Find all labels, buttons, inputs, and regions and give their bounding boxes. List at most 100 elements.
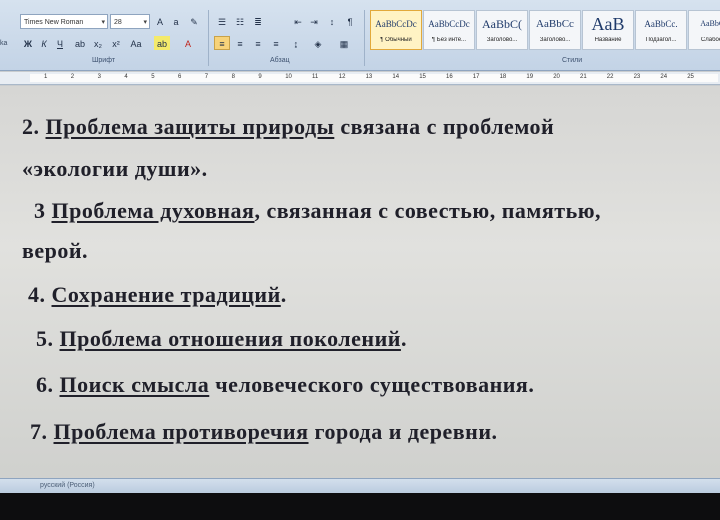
superscript-icon[interactable]: x² [108, 36, 124, 50]
line-text: 4. [28, 282, 52, 307]
ruler-tick: 21 [580, 74, 587, 80]
group-label-font: Шрифт [92, 57, 116, 64]
line-text: 3 [34, 198, 52, 223]
grow-font-icon[interactable]: A [152, 14, 168, 28]
ruler-tick: 20 [553, 74, 560, 80]
bold-button[interactable]: Ж [20, 36, 36, 50]
status-language[interactable]: русский (Россия) [40, 482, 95, 489]
clear-format-icon[interactable]: ✎ [186, 14, 202, 28]
underlined-phrase: Поиск смысла [59, 372, 210, 397]
style-tile[interactable]: AaBbCcDc ¶ Без инте... [423, 10, 475, 50]
line-text: связана с проблемой [334, 114, 555, 139]
change-case-icon[interactable]: Aa [128, 36, 144, 50]
highlight-icon[interactable]: ab [154, 36, 170, 50]
paragraph-line: 5. Проблема отношения поколений. [36, 326, 407, 352]
style-tile[interactable]: AaBbCc Заголово... [529, 10, 581, 50]
style-name: Заголово... [539, 37, 571, 43]
bullets-icon[interactable]: ☰ [214, 14, 230, 28]
ruler-tick: 11 [312, 74, 319, 80]
paragraph-line: 3 Проблема духовная, связанная с совесть… [34, 198, 601, 224]
underlined-phrase: Проблема защиты природы [45, 114, 335, 139]
align-left-button[interactable]: ≡ [214, 36, 230, 50]
ruler-tick: 10 [285, 74, 292, 80]
ruler-tick: 16 [446, 74, 453, 80]
font-size-select[interactable]: 28 ▾ [110, 14, 150, 29]
line-text: верой. [22, 238, 89, 263]
underlined-phrase: Проблема духовная [51, 198, 255, 223]
monitor-bezel [0, 493, 720, 520]
multilevel-list-icon[interactable]: ≣ [250, 14, 266, 28]
justify-button[interactable]: ≡ [268, 36, 284, 50]
ruler-tick: 12 [338, 74, 346, 80]
style-tile[interactable]: AaBbCcDc ¶ Обычный [370, 10, 422, 50]
underlined-phrase: Проблема отношения поколений [59, 326, 401, 351]
align-right-button[interactable]: ≡ [250, 36, 266, 50]
style-name: ¶ Обычный [380, 37, 412, 43]
line-spacing-icon[interactable]: ↨ [288, 36, 304, 50]
borders-icon[interactable]: ▦ [336, 36, 352, 50]
font-size-value: 28 [114, 19, 122, 26]
ruler-tick: 17 [472, 74, 480, 80]
ruler-tick: 5 [151, 74, 155, 80]
style-sample: AaBbCcDc [428, 19, 470, 29]
style-tile[interactable]: AaB Название [582, 10, 634, 50]
pilcrow-icon[interactable]: ¶ [342, 14, 358, 28]
numbering-icon[interactable]: ☷ [232, 14, 248, 28]
style-sample: AaBbC( [482, 17, 522, 31]
line-text: 5. [36, 326, 60, 351]
underline-button[interactable]: Ч [52, 36, 68, 50]
shading-icon[interactable]: ◈ [310, 36, 326, 50]
ruler-tick: 4 [124, 74, 128, 80]
document-page[interactable]: 2. Проблема защиты природы связана с про… [0, 86, 720, 486]
style-name: Название [594, 37, 622, 43]
style-tile[interactable]: AaBbC( Заголово... [476, 10, 528, 50]
ruler-tick: 6 [178, 74, 182, 80]
chevron-down-icon: ▾ [143, 19, 147, 26]
ruler-tick: 9 [258, 74, 262, 80]
style-tile[interactable]: AaBbCc. Подзагол... [635, 10, 687, 50]
ruler-tick: 1 [44, 74, 48, 80]
divider [364, 10, 365, 66]
underlined-phrase: Сохранение традиций [51, 282, 281, 307]
style-sample: AaBbCc. [644, 19, 678, 29]
style-tile[interactable]: AaBbCc Слабое в [688, 10, 720, 50]
style-sample: AaBbCcDc [375, 19, 417, 29]
paragraph-line: 6. Поиск смысла человеческого существова… [36, 372, 534, 398]
sort-icon[interactable]: ↕ [324, 14, 340, 28]
shrink-font-icon[interactable]: a [168, 14, 184, 28]
subscript-icon[interactable]: x₂ [90, 36, 106, 50]
style-sample: AaBbCc [536, 18, 574, 30]
paragraph-line: 2. Проблема защиты природы связана с про… [22, 114, 554, 140]
font-color-icon[interactable]: A [180, 36, 196, 50]
group-label-paragraph: Абзац [270, 57, 290, 64]
ruler-tick: 8 [231, 74, 235, 80]
ruler-tick: 24 [660, 74, 668, 80]
line-text: 7. [30, 419, 54, 444]
increase-indent-icon[interactable]: ⇥ [306, 14, 322, 28]
line-text: , связанная с совестью, памятью, [254, 198, 602, 223]
paragraph-line: «экологии души». [22, 156, 208, 182]
line-text: города и деревни. [308, 419, 498, 444]
line-text: 6. [36, 372, 60, 397]
horizontal-ruler[interactable]: 1 2 3 4 5 6 7 8 9 10 11 12 13 14 15 16 17 18 19 20 21 22 23 24 2… [0, 72, 720, 85]
decrease-indent-icon[interactable]: ⇤ [290, 14, 306, 28]
align-center-button[interactable]: ≡ [232, 36, 248, 50]
word-window: ka Times New Roman ▾ 28 ▾ A a ✎ Ж К Ч ab… [0, 0, 720, 493]
ruler-tick: 25 [687, 74, 694, 80]
style-sample: AaB [591, 15, 625, 33]
ruler-tick: 18 [499, 74, 507, 80]
ribbon: ka Times New Roman ▾ 28 ▾ A a ✎ Ж К Ч ab… [0, 0, 720, 71]
ruler-tick: 23 [633, 74, 641, 80]
italic-button[interactable]: К [36, 36, 52, 50]
ruler-tick: 2 [70, 74, 75, 80]
ruler-tick: 14 [392, 74, 400, 80]
group-label-styles: Стили [562, 57, 583, 64]
line-text: человеческого существования. [209, 372, 535, 397]
style-name: Заголово... [486, 37, 518, 43]
divider [208, 10, 209, 66]
ruler-tick: 13 [365, 74, 373, 80]
underlined-phrase: Проблема противоречия [53, 419, 309, 444]
line-text: 2. [22, 114, 46, 139]
strikethrough-icon[interactable]: ab [72, 36, 88, 50]
font-name-select[interactable]: Times New Roman ▾ [20, 14, 108, 29]
